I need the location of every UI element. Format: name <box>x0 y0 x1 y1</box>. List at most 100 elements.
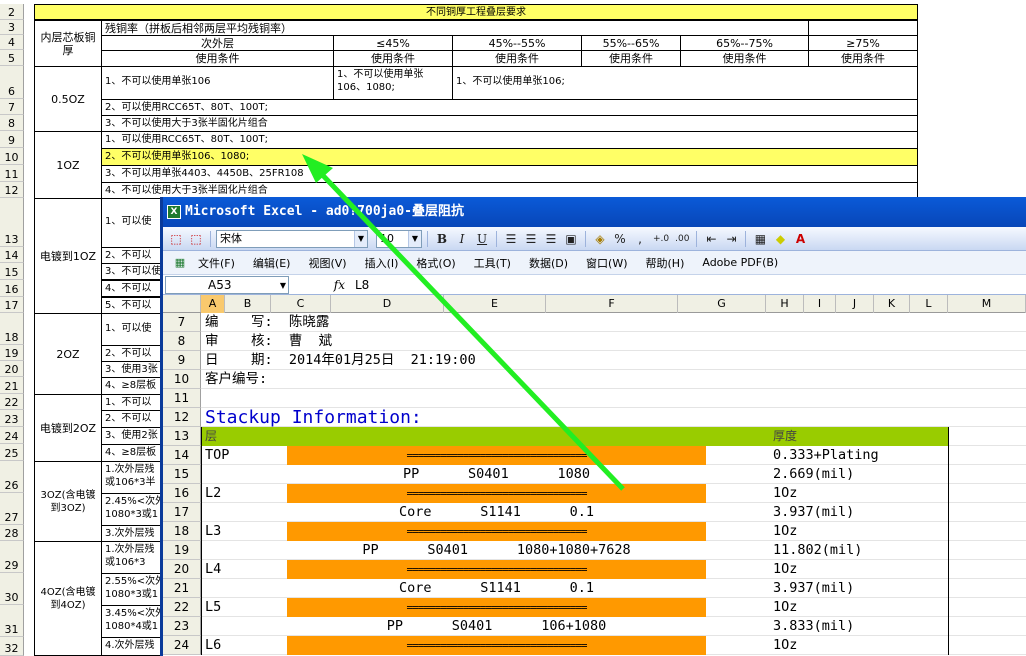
layer-description[interactable]: PP S0401 106+1080 <box>287 617 706 636</box>
sheet-row[interactable]: 16 L2 ================================ 1Oz <box>163 484 1026 503</box>
row-header[interactable]: 31 <box>0 605 24 637</box>
layer-description[interactable]: Core S1141 0.1 <box>287 579 706 598</box>
cell-a[interactable]: 日 期: 2014年01月25日 21:19:00 <box>205 351 476 370</box>
window-titlebar[interactable]: X Microsoft Excel - ad0?700ja0-叠层阻抗 <box>163 197 1026 227</box>
row-header[interactable]: 21 <box>0 377 24 394</box>
row-header[interactable]: 20 <box>0 361 24 377</box>
sheet-row[interactable]: 10 客户编号: <box>163 370 1026 389</box>
bold-button[interactable]: B <box>433 230 451 248</box>
row-header[interactable]: 28 <box>0 525 24 541</box>
increase-decimal-icon[interactable]: +.0 <box>651 230 671 248</box>
row-header[interactable]: 32 <box>0 637 24 656</box>
layer-description[interactable]: ================================ <box>287 484 706 503</box>
align-center-icon[interactable]: ☰ <box>522 230 540 248</box>
row-header[interactable]: 6 <box>0 66 24 99</box>
excel-window[interactable]: X Microsoft Excel - ad0?700ja0-叠层阻抗 ⬚ ⬚ … <box>160 197 1026 656</box>
row-header[interactable]: 7 <box>0 99 24 115</box>
row-header[interactable]: 3 <box>0 20 24 35</box>
sheet-row[interactable]: 14 TOP ================================ 0.3… <box>163 446 1026 465</box>
column-header-f[interactable]: F <box>546 295 678 313</box>
merge-center-icon[interactable]: ▣ <box>562 230 580 248</box>
sheet-row[interactable]: 13 层 厚度 <box>163 427 1026 446</box>
font-size-select[interactable]: 10 ▼ <box>376 229 422 248</box>
layer-description[interactable]: ================================ <box>287 598 706 617</box>
row-header[interactable]: 30 <box>0 573 24 605</box>
row-header[interactable]: 27 <box>0 493 24 525</box>
sheet-row[interactable]: 12 Stackup Information: <box>163 408 1026 427</box>
sheet-row[interactable]: 24 L6 ================================ 1Oz <box>163 636 1026 655</box>
column-header-j[interactable]: J <box>836 295 874 313</box>
sheet-row[interactable]: 8审 核: 曹 斌 <box>163 332 1026 351</box>
menu-view[interactable]: 视图(V) <box>299 255 355 271</box>
cell-a[interactable]: 编 写: 陈晓露 <box>205 313 329 332</box>
layer-thickness[interactable]: 0.333+Plating <box>773 446 879 465</box>
workbook-icon[interactable]: ▦ <box>171 254 189 272</box>
row-header[interactable]: 5 <box>0 50 24 66</box>
row-header[interactable]: 9 <box>0 131 24 148</box>
stackup-title[interactable]: Stackup Information: <box>205 408 422 427</box>
decrease-indent-icon[interactable]: ⇤ <box>702 230 720 248</box>
column-header-i[interactable]: I <box>804 295 836 313</box>
layer-description[interactable]: PP S0401 1080+1080+7628 <box>287 541 706 560</box>
percent-button[interactable]: % <box>611 230 629 248</box>
row-header[interactable]: 22 <box>163 598 201 617</box>
row-header[interactable]: 25 <box>0 444 24 461</box>
currency-icon[interactable]: ◈ <box>591 230 609 248</box>
column-header-b[interactable]: B <box>225 295 271 313</box>
cell-a[interactable]: L4 <box>205 560 221 579</box>
column-header-m[interactable]: M <box>948 295 1026 313</box>
row-header[interactable]: 9 <box>163 351 201 370</box>
row-header[interactable]: 11 <box>163 389 201 408</box>
italic-button[interactable]: I <box>453 230 471 248</box>
cell-a[interactable]: 客户编号: <box>205 370 267 389</box>
cell-a[interactable]: L2 <box>205 484 221 503</box>
layer-description[interactable]: ================================ <box>287 560 706 579</box>
sheet-row[interactable]: 19 PP S0401 1080+1080+7628 11.802(mil) <box>163 541 1026 560</box>
row-header[interactable]: 14 <box>163 446 201 465</box>
sheet-row[interactable]: 21 Core S1141 0.1 3.937(mil) <box>163 579 1026 598</box>
sheet-row[interactable]: 11 <box>163 389 1026 408</box>
font-color-icon[interactable]: A <box>791 230 809 248</box>
row-header[interactable]: 22 <box>0 394 24 410</box>
menu-tools[interactable]: 工具(T) <box>465 255 520 271</box>
row-header[interactable]: 15 <box>0 263 24 280</box>
column-header-h[interactable]: H <box>766 295 804 313</box>
sheet-row[interactable]: 7编 写: 陈晓露 <box>163 313 1026 332</box>
row-header[interactable]: 19 <box>163 541 201 560</box>
layer-description[interactable]: ================================ <box>287 522 706 541</box>
cell-a[interactable]: TOP <box>205 446 229 465</box>
sheet-row[interactable]: 9日 期: 2014年01月25日 21:19:00 <box>163 351 1026 370</box>
comma-button[interactable]: , <box>631 230 649 248</box>
row-header[interactable]: 19 <box>0 345 24 361</box>
cell-a[interactable]: L5 <box>205 598 221 617</box>
column-header-a[interactable]: A <box>201 295 225 313</box>
row-header[interactable]: 13 <box>0 198 24 247</box>
sheet-row[interactable]: 15 PP S0401 1080 2.669(mil) <box>163 465 1026 484</box>
column-header-k[interactable]: K <box>874 295 910 313</box>
align-left-icon[interactable]: ☰ <box>502 230 520 248</box>
row-header[interactable]: 16 <box>163 484 201 503</box>
layer-description[interactable]: PP S0401 1080 <box>287 465 706 484</box>
row-header[interactable]: 4 <box>0 35 24 50</box>
menu-format[interactable]: 格式(O) <box>407 255 464 271</box>
row-header[interactable]: 26 <box>0 461 24 493</box>
increase-indent-icon[interactable]: ⇥ <box>722 230 740 248</box>
formula-input[interactable]: L8 <box>351 278 369 292</box>
row-header[interactable]: 15 <box>163 465 201 484</box>
column-header-c[interactable]: C <box>271 295 331 313</box>
borders-icon[interactable]: ▦ <box>751 230 769 248</box>
row-header[interactable]: 24 <box>0 427 24 444</box>
row-header[interactable]: 20 <box>163 560 201 579</box>
select-all-corner[interactable] <box>163 295 201 312</box>
layer-thickness[interactable]: 3.937(mil) <box>773 503 854 522</box>
row-header[interactable]: 2 <box>0 4 24 20</box>
layer-thickness[interactable]: 1Oz <box>773 484 797 503</box>
layer-thickness[interactable]: 厚度 <box>773 427 797 446</box>
layer-thickness[interactable]: 1Oz <box>773 598 797 617</box>
sheet-row[interactable]: 22 L5 ================================ 1Oz <box>163 598 1026 617</box>
name-box[interactable]: A53 ▼ <box>165 275 289 294</box>
menu-edit[interactable]: 编辑(E) <box>244 255 300 271</box>
row-header[interactable]: 10 <box>0 148 24 165</box>
layer-thickness[interactable]: 1Oz <box>773 522 797 541</box>
cell-a[interactable]: L6 <box>205 636 221 655</box>
